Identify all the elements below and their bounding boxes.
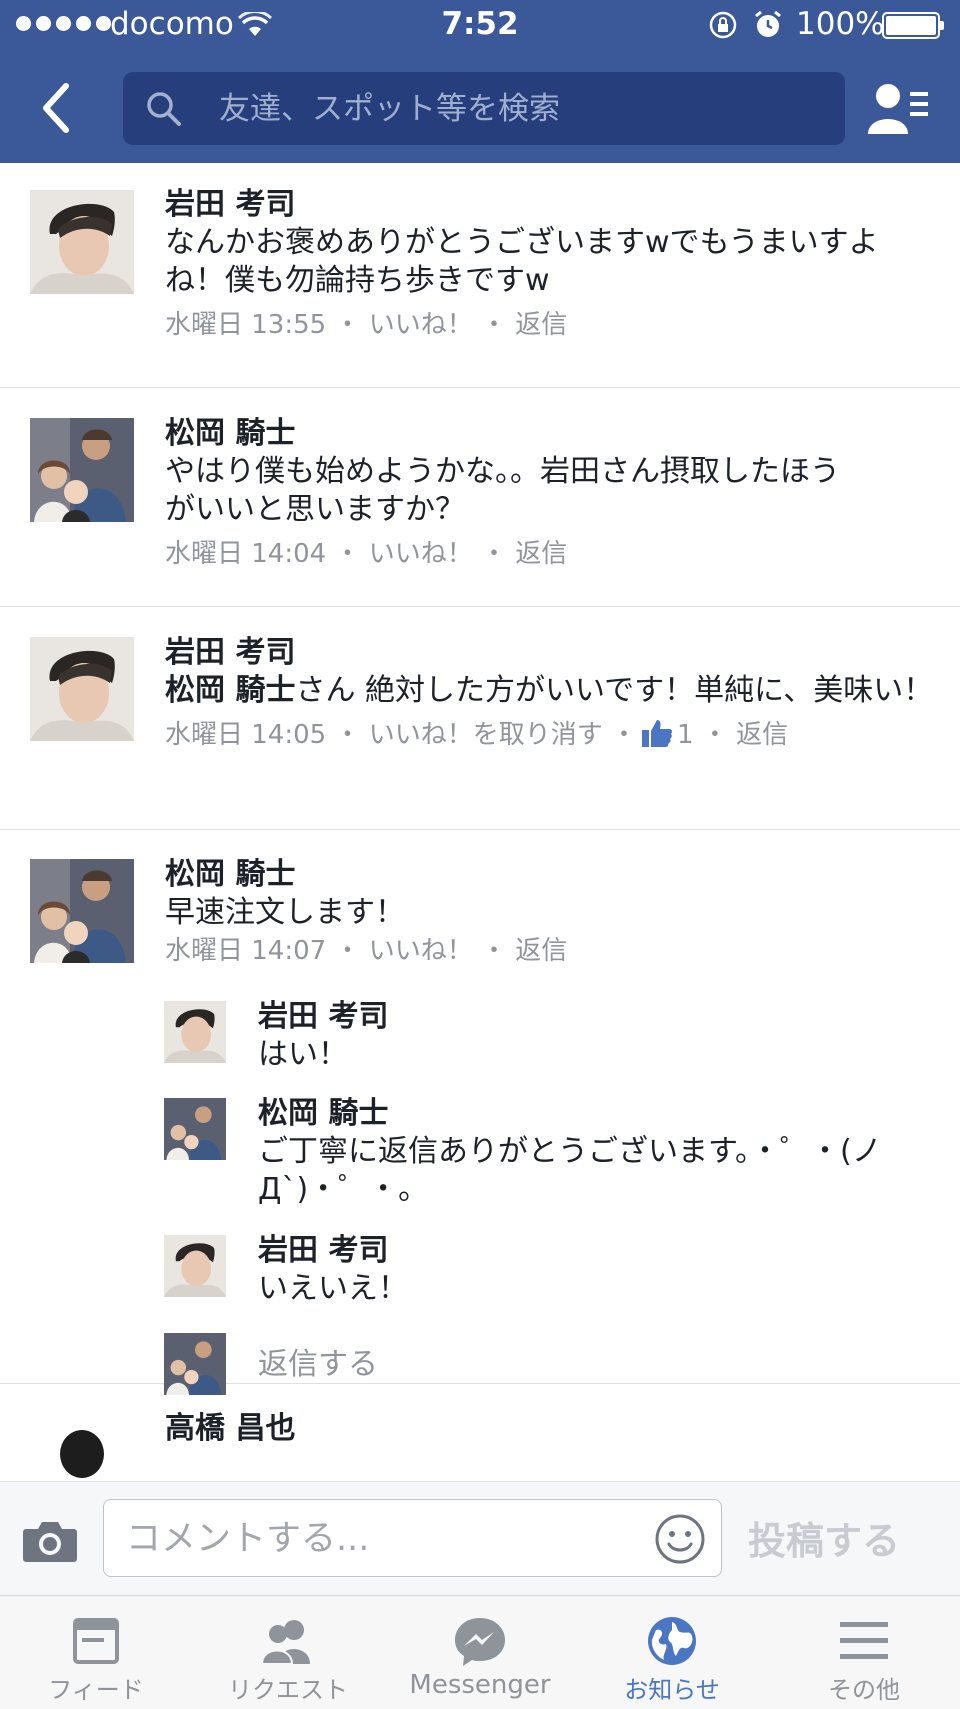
reply-avatar[interactable] [164,1235,226,1297]
comment-author[interactable]: 高橋 昌也 [165,1410,936,1448]
comment-author[interactable]: 松岡 騎士 [165,856,936,894]
comment-meta: 水曜日 14:05 ・ いいね！を取り消す ・ 1 ・ 返信 [165,720,789,750]
reply-link[interactable]: 返信 [515,539,567,569]
avatar[interactable] [30,1414,134,1481]
thumbs-up-icon [642,720,673,747]
search-input[interactable] [217,80,821,138]
comment-time: 水曜日 14:04 [165,539,327,569]
back-chevron-icon[interactable] [36,80,76,136]
notifications-globe-icon [648,1617,696,1665]
alarm-icon [755,10,781,37]
messenger-icon [455,1618,505,1666]
search-icon [147,92,181,126]
reply-prompt[interactable]: 返信する [258,1346,936,1384]
avatar[interactable] [30,859,134,963]
tab-requests[interactable]: リクエスト [192,1596,384,1709]
avatar[interactable] [30,190,134,294]
comment-item: 高橋 昌也 [0,1384,960,1481]
reply-link[interactable]: 返信 [736,720,788,750]
reply-avatar[interactable] [164,1001,226,1063]
top-bar: docomo 7:52 100% [0,0,960,163]
mention-link[interactable]: 松岡 騎士 [165,673,295,708]
reply-text: いえいえ！ [258,1271,408,1306]
reply-link[interactable]: 返信 [515,310,567,340]
comment-author[interactable]: 岩田 考司 [165,634,936,672]
like-link[interactable]: いいね！ [369,936,473,966]
comment-text: やはり僕も始めようかな。。岩田さん摂取したほうがいいと思いますか？ [165,454,840,527]
tab-more[interactable]: その他 [768,1596,960,1709]
emoji-icon[interactable] [654,1513,706,1565]
tab-label: Messenger [409,1670,551,1700]
friends-list-icon[interactable] [866,80,930,136]
reply-item: 岩田 考司 いえいえ！ [258,1232,936,1308]
unlike-link[interactable]: いいね！を取り消す [369,720,603,750]
like-count: 1 [677,720,694,750]
comment-time: 水曜日 14:05 [165,720,327,750]
reply-item: 岩田 考司 はい！ [258,998,936,1074]
tab-label: リクエスト [228,1676,348,1704]
tab-label: お知らせ [624,1676,720,1704]
avatar[interactable] [30,418,134,522]
camera-icon[interactable] [22,1519,78,1563]
tab-messenger[interactable]: Messenger [384,1596,576,1709]
rotation-lock-icon [709,11,737,39]
comment-time: 水曜日 14:07 [165,936,327,966]
comment-meta: 水曜日 14:07 ・ いいね！ ・ 返信 [165,936,568,966]
like-link[interactable]: いいね！ [369,310,473,340]
reply-author[interactable]: 岩田 考司 [258,1232,936,1270]
tab-notifications[interactable]: お知らせ [576,1596,768,1709]
friend-requests-icon [260,1620,310,1665]
like-link[interactable]: いいね！ [369,539,473,569]
tab-label: フィード [48,1676,144,1704]
reply-text: はい！ [258,1037,348,1072]
reply-avatar[interactable] [164,1098,226,1160]
comment-meta: 水曜日 14:04 ・ いいね！ ・ 返信 [165,539,568,569]
feed-icon [73,1618,119,1664]
battery-percent: 100% [796,6,885,42]
comment-input-box[interactable] [103,1499,722,1577]
tab-feed[interactable]: フィード [0,1596,192,1709]
post-button[interactable]: 投稿する [748,1510,900,1565]
comment-text: なんかお褒めありがとうございますwでもうまいすよね！僕も勿論持ち歩きですw [165,225,879,298]
avatar[interactable] [30,637,134,741]
comment-item: 松岡 騎士 早速注文します！ 水曜日 14:07 ・ いいね！ ・ 返信 岩田 … [0,830,960,1395]
reply-link[interactable]: 返信 [515,936,567,966]
comment-author[interactable]: 松岡 騎士 [165,415,936,453]
comment-composer: 投稿する [0,1481,960,1596]
tab-bar: フィード リクエスト Messenger お知らせ その他 [0,1595,960,1709]
search-bar[interactable] [123,72,845,145]
reply-author[interactable]: 松岡 騎士 [258,1095,936,1133]
comment-item: 岩田 考司 松岡 騎士さん 絶対した方がいいです！単純に、美味い！ 水曜日 14… [0,607,960,830]
comment-input[interactable] [124,1510,608,1568]
comment-meta: 水曜日 13:55 ・ いいね！ ・ 返信 [165,310,568,340]
tab-label: その他 [828,1676,900,1704]
menu-icon [840,1622,888,1659]
reply-item: 松岡 騎士 ご丁寧に返信ありがとうございます。・゜・(ノД`)・゜・。 [258,1095,936,1209]
comment-item: 岩田 考司 なんかお褒めありがとうございますwでもうまいすよね！僕も勿論持ち歩き… [0,163,960,388]
comment-author[interactable]: 岩田 考司 [165,186,936,224]
comment-time: 水曜日 13:55 [165,310,327,340]
battery-icon [882,12,944,39]
comment-text: さん 絶対した方がいいです！単純に、美味い！ [295,673,934,708]
comment-item: 松岡 騎士 やはり僕も始めようかな。。岩田さん摂取したほうがいいと思いますか？ … [0,388,960,607]
reply-author[interactable]: 岩田 考司 [258,998,936,1036]
comment-text: 早速注文します！ [165,895,405,930]
reply-text: ご丁寧に返信ありがとうございます。・゜・(ノД`)・゜・。 [258,1134,882,1207]
status-bar: docomo 7:52 100% [0,0,960,52]
comment-thread: 岩田 考司 なんかお褒めありがとうございますwでもうまいすよね！僕も勿論持ち歩き… [0,163,960,1481]
